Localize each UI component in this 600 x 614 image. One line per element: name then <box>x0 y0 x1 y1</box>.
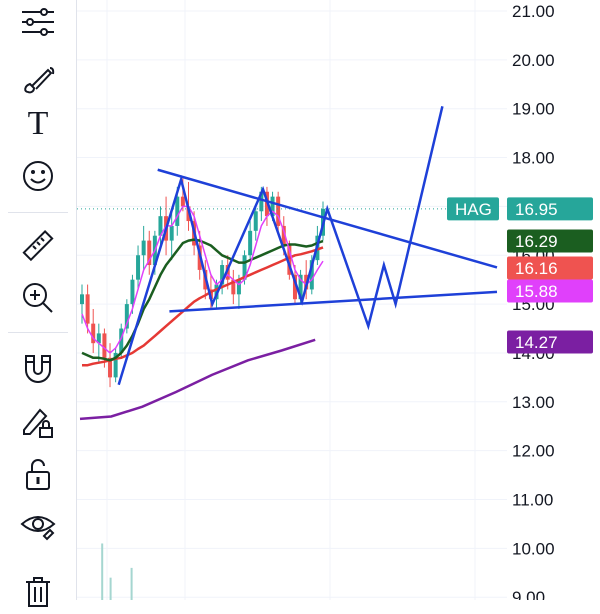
ruler-icon[interactable] <box>16 225 60 269</box>
trend-line-tools-icon[interactable] <box>16 0 60 44</box>
indicator-badge-value: 14.27 <box>515 333 558 352</box>
brush-icon[interactable] <box>16 58 60 102</box>
y-tick-label: 11.00 <box>512 491 553 510</box>
y-tick-label: 18.00 <box>512 149 555 168</box>
emoji-icon[interactable] <box>16 154 60 198</box>
last-price-badge-value: 16.95 <box>515 200 558 219</box>
y-tick-label: 13.00 <box>512 393 555 412</box>
volume-bar <box>101 543 104 600</box>
candle-body <box>141 240 146 256</box>
candle-body <box>236 279 241 295</box>
volume-bar <box>109 577 112 600</box>
projection-wave-path <box>117 106 444 386</box>
indicator-badge-value: 16.29 <box>515 232 558 251</box>
candle-body <box>85 294 90 324</box>
ma-pink-line <box>81 205 324 354</box>
magnet-icon[interactable] <box>16 346 60 390</box>
candle-body <box>248 230 253 256</box>
y-tick-label: 9.00 <box>512 588 545 600</box>
y-tick-label: 21.00 <box>512 2 555 21</box>
candle-body <box>253 211 258 231</box>
y-tick-label: 19.00 <box>512 100 555 119</box>
candle-body <box>175 196 180 226</box>
volume-bar <box>130 567 133 600</box>
candle-body <box>80 294 84 305</box>
price-chart[interactable]: 21.0020.0019.0018.0017.0016.0015.0014.00… <box>77 0 600 600</box>
toolbar-separator <box>8 212 68 213</box>
eye-icon[interactable] <box>16 504 60 548</box>
symbol-tag-text: HAG <box>455 200 492 219</box>
candle-body <box>169 225 174 241</box>
candle-body <box>136 255 141 280</box>
triangle-upper-trendline <box>157 168 498 269</box>
toolbar-separator <box>8 332 68 333</box>
y-tick-label: 20.00 <box>512 51 555 70</box>
y-tick-label: 12.00 <box>512 442 555 461</box>
candle-body <box>130 279 135 305</box>
drawing-toolbar: T <box>0 0 77 607</box>
text-tool-icon[interactable]: T <box>16 102 60 146</box>
lock-drawing-icon[interactable] <box>16 400 60 444</box>
candle-body <box>102 333 107 358</box>
zoom-in-icon[interactable] <box>16 276 60 320</box>
candle-body <box>180 196 185 207</box>
triangle-lower-trendline <box>169 290 498 313</box>
y-tick-label: 10.00 <box>512 539 555 558</box>
indicator-badge-value: 16.16 <box>515 259 558 278</box>
indicator-badge-value: 15.88 <box>515 282 558 301</box>
trash-icon[interactable] <box>16 570 60 614</box>
text-tool-glyph: T <box>27 105 49 142</box>
unlock-icon[interactable] <box>16 452 60 496</box>
